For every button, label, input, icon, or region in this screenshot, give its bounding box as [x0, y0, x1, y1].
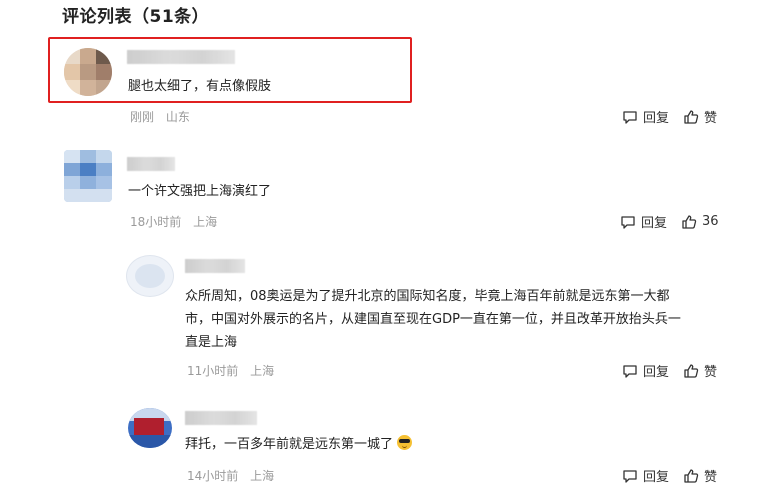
- reply-label: 回复: [643, 111, 670, 126]
- like-button[interactable]: 36: [681, 214, 719, 230]
- like-count: 赞: [704, 111, 718, 126]
- comment-text-line: 直是上海: [185, 335, 238, 350]
- like-button[interactable]: 赞: [683, 361, 717, 380]
- like-button[interactable]: 赞: [683, 107, 717, 126]
- comments-header: 评论列表（51条）: [62, 7, 210, 27]
- avatar[interactable]: [64, 150, 112, 202]
- reply-label: 回复: [641, 216, 668, 231]
- reply-button[interactable]: 回复: [622, 466, 669, 485]
- comment-text-line: 市，中国对外展示的名片，从建国直至现在GDP一直在第一位，并且改革开放抬头兵一: [185, 312, 681, 327]
- comment-time: 刚刚: [130, 110, 155, 124]
- comment-location: 山东: [165, 110, 190, 124]
- like-count: 赞: [704, 365, 718, 380]
- like-button[interactable]: 赞: [683, 466, 717, 485]
- reply-icon: [623, 364, 637, 378]
- comment-text: 腿也太细了，有点像假肢: [128, 79, 272, 94]
- comment-location: 上海: [250, 364, 275, 378]
- comment-time: 14小时前: [187, 469, 239, 483]
- comment-meta: 11小时前 上海: [187, 362, 282, 379]
- reply-icon: [623, 469, 637, 483]
- avatar[interactable]: [64, 48, 112, 96]
- comment-text-body: 拜托，一百多年前就是远东第一城了: [185, 437, 394, 452]
- like-count: 赞: [704, 470, 718, 485]
- comment-meta: 刚刚 山东: [130, 108, 198, 125]
- reply-label: 回复: [643, 470, 670, 485]
- like-count: 36: [702, 214, 719, 229]
- reply-icon: [623, 110, 637, 124]
- thumbs-up-icon: [684, 468, 699, 483]
- comment-actions: 回复 赞: [608, 361, 717, 380]
- thumbs-up-icon: [682, 214, 697, 229]
- comment-meta: 14小时前 上海: [187, 467, 282, 484]
- avatar[interactable]: [126, 255, 174, 297]
- comment-time: 11小时前: [187, 364, 239, 378]
- comment-actions: 回复 赞: [608, 107, 717, 126]
- username-blurred[interactable]: [185, 259, 245, 273]
- username-blurred[interactable]: [185, 411, 257, 425]
- username-blurred[interactable]: [127, 157, 175, 171]
- comment-actions: 回复 赞: [608, 466, 717, 485]
- reply-label: 回复: [643, 365, 670, 380]
- comment-time: 18小时前: [130, 215, 182, 229]
- thumbs-up-icon: [684, 109, 699, 124]
- comment-location: 上海: [193, 215, 218, 229]
- comment-location: 上海: [250, 469, 275, 483]
- reply-button[interactable]: 回复: [622, 361, 669, 380]
- reply-button[interactable]: 回复: [620, 212, 667, 231]
- comment-text: 拜托，一百多年前就是远东第一城了: [185, 433, 413, 457]
- comment-text: 一个许文强把上海演红了: [128, 184, 272, 199]
- sunglasses-emoji-icon: [397, 435, 413, 450]
- thumbs-up-icon: [684, 363, 699, 378]
- reply-button[interactable]: 回复: [622, 107, 669, 126]
- avatar[interactable]: [128, 408, 172, 448]
- username-blurred[interactable]: [127, 50, 235, 64]
- comment-text-line: 众所周知，08奥运是为了提升北京的国际知名度，毕竟上海百年前就是远东第一大都: [185, 289, 670, 304]
- reply-icon: [621, 215, 635, 229]
- comment-actions: 回复 36: [606, 212, 719, 231]
- comment-meta: 18小时前 上海: [130, 213, 225, 230]
